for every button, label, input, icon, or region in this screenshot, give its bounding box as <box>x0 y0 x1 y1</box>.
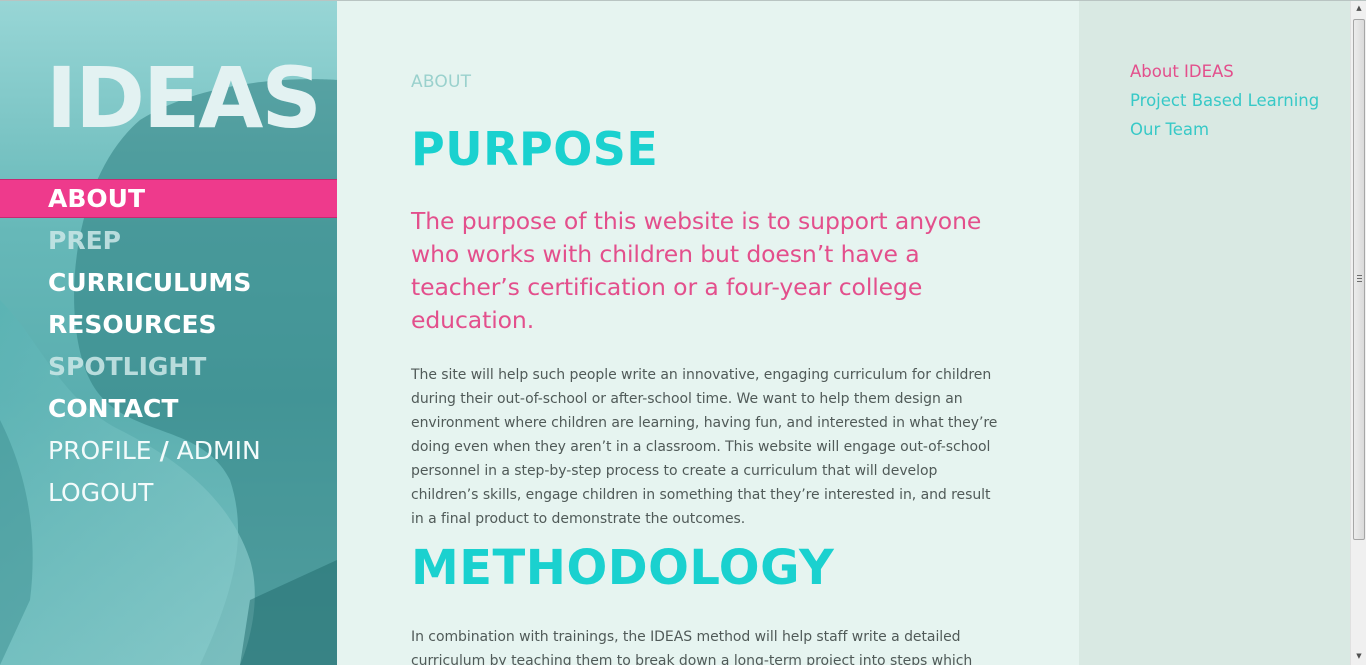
purpose-body: The site will help such people write an … <box>411 367 998 527</box>
nav-item-curriculums[interactable]: CURRICULUMS <box>48 266 251 300</box>
purpose-lead: The purpose of this website is to suppor… <box>411 207 982 334</box>
scrollbar-thumb[interactable] <box>1353 19 1365 540</box>
nav-item-profile[interactable]: PROFILE <box>48 436 152 465</box>
nav-item-resources[interactable]: RESOURCES <box>48 308 217 342</box>
site-logo[interactable]: IDEAS <box>46 48 322 148</box>
scrollbar-grip-icon <box>1357 275 1362 284</box>
window-top-border <box>0 0 1366 1</box>
nav-separator: / <box>159 436 169 465</box>
nav-item-prep[interactable]: PREP <box>48 224 121 258</box>
nav-item-admin[interactable]: ADMIN <box>177 436 261 465</box>
purpose-heading: PURPOSE <box>411 122 659 176</box>
scroll-down-arrow-icon[interactable]: ▼ <box>1351 648 1366 665</box>
methodology-body: In combination with trainings, the IDEAS… <box>411 629 973 665</box>
nav-item-logout[interactable]: LOGOUT <box>48 476 153 510</box>
toc-link-our-team[interactable]: Our Team <box>1130 120 1209 139</box>
nav-profile-admin-row: PROFILE / ADMIN <box>48 434 261 468</box>
sidebar: IDEAS ABOUT PREP CURRICULUMS RESOURCES S… <box>0 0 337 665</box>
nav-item-contact[interactable]: CONTACT <box>48 392 178 426</box>
methodology-heading: METHODOLOGY <box>411 540 835 596</box>
page-toc: About IDEAS Project Based Learning Our T… <box>1079 0 1350 665</box>
scroll-up-arrow-icon[interactable]: ▲ <box>1351 0 1366 17</box>
section-eyebrow: ABOUT <box>411 72 472 92</box>
toc-link-about-ideas[interactable]: About IDEAS <box>1130 62 1234 81</box>
vertical-scrollbar[interactable]: ▲ ▼ <box>1350 0 1366 665</box>
main-content: ABOUT PURPOSE The purpose of this websit… <box>337 0 1079 665</box>
nav-item-about[interactable]: ABOUT <box>48 182 145 216</box>
toc-link-project-based-learning[interactable]: Project Based Learning <box>1130 91 1319 110</box>
nav-item-spotlight[interactable]: SPOTLIGHT <box>48 350 206 384</box>
